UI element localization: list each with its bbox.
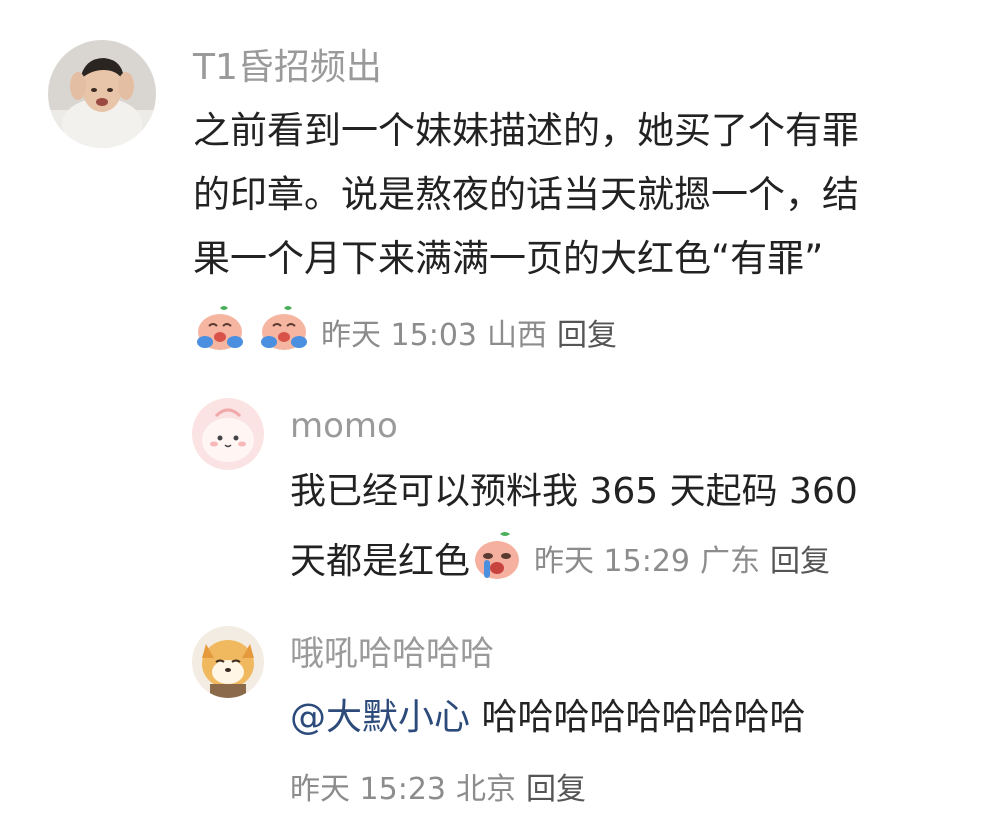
username[interactable]: T1昏招频出 (193, 44, 382, 92)
reply-button[interactable]: 回复 (526, 764, 586, 808)
comment-time: 昨天 15:03 (321, 318, 477, 353)
user-avatar[interactable] (192, 626, 264, 698)
comment-meta: 昨天 15:23 北京 回复 (290, 762, 596, 810)
comment-text-line: 果一个月下来满满一页的大红色“有罪” (193, 237, 824, 280)
comment-meta: 昨天 15:03 山西 回复 (193, 305, 627, 359)
user-avatar[interactable] (48, 40, 156, 148)
comment-text-line: 我已经可以预料我 365 天起码 360 (290, 471, 858, 512)
mention-link[interactable]: @大默小心 (290, 697, 470, 738)
comment-body: 哈哈哈哈哈哈哈哈哈 (470, 697, 806, 738)
comment-text: @大默小心 哈哈哈哈哈哈哈哈哈 (290, 694, 805, 742)
username[interactable]: momo (290, 402, 398, 450)
comment-meta: 昨天 15:29 广东 回复 (534, 536, 840, 580)
comment-location: 广东 (700, 544, 761, 579)
comment-location: 山西 (487, 318, 547, 353)
comment-text-line: 之前看到一个妹妹描述的，她买了个有罪 (193, 109, 859, 152)
user-avatar[interactable] (192, 398, 264, 470)
comment-text-line-with-meta: 天都是红色 昨天 15:29 广东 回复 (290, 530, 840, 586)
username[interactable]: 哦吼哈哈哈哈 (290, 630, 494, 678)
reply-button[interactable]: 回复 (557, 310, 617, 354)
crying-laughing-peach-emoji (257, 304, 311, 360)
comment-location: 北京 (456, 772, 516, 807)
reply-button[interactable]: 回复 (770, 544, 830, 579)
comment-time: 昨天 15:23 (290, 772, 446, 807)
comment-time: 昨天 15:29 (534, 544, 691, 579)
comment-text: 天都是红色 (290, 541, 471, 582)
comment-text-line: 的印章。说是熬夜的话当天就摁一个，结 (193, 173, 859, 216)
crying-peach-emoji (470, 530, 524, 586)
crying-laughing-peach-emoji (193, 304, 247, 360)
